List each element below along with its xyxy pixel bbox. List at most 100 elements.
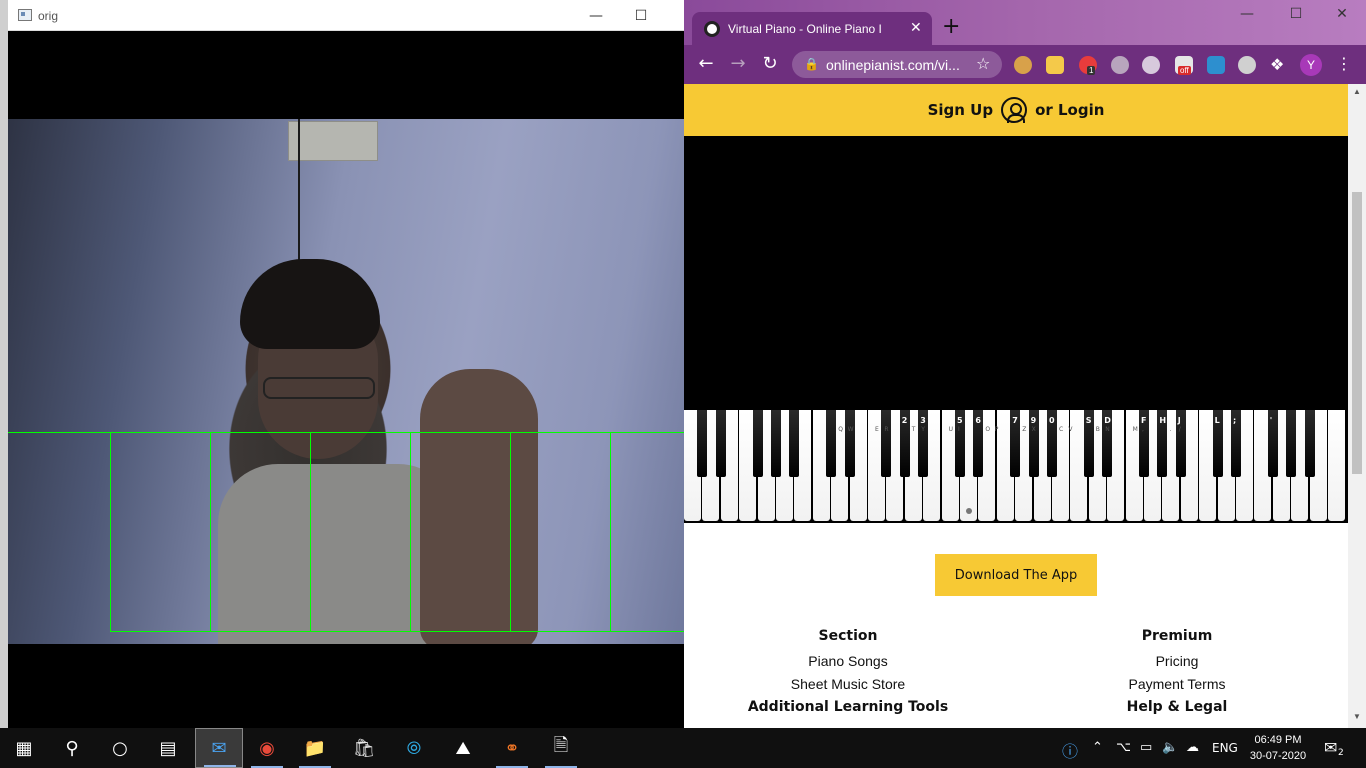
piano-black-key[interactable] — [881, 410, 892, 477]
scroll-up-icon[interactable]: ▲ — [1353, 87, 1361, 96]
piano-black-key[interactable] — [789, 410, 800, 477]
piano-keyboard[interactable]: 2 3 5 6 7 9 0 S D F H J L; ' Q W E R T Y U I O P Z X C V B N M,. / — [684, 410, 1348, 523]
footer-link-payment-terms[interactable]: Payment Terms — [1047, 676, 1307, 692]
new-tab-button[interactable]: + — [942, 16, 960, 38]
start-button[interactable]: ▦ — [0, 728, 48, 768]
mail-app[interactable]: ✉ — [195, 728, 243, 768]
footer-link-piano-songs[interactable]: Piano Songs — [718, 653, 978, 669]
language-indicator[interactable]: ENG — [1212, 741, 1238, 755]
photos-app[interactable]: ⛰ — [439, 728, 487, 768]
jupyter-app[interactable]: ⚭ — [488, 728, 536, 768]
store-icon: 🛍 — [352, 737, 376, 759]
footer-link-sheet-music-store[interactable]: Sheet Music Store — [718, 676, 978, 692]
black-key-label: 6 — [975, 416, 981, 425]
off-extension-icon[interactable]: off — [1175, 56, 1193, 75]
onedrive-icon[interactable]: ☁ — [1186, 740, 1199, 755]
cortana-button[interactable]: ○ — [96, 728, 144, 768]
white-key-label: O — [985, 426, 991, 433]
piano-black-key[interactable] — [844, 410, 855, 477]
black-key-label: H — [1159, 416, 1167, 425]
back-icon[interactable]: ← — [695, 53, 717, 75]
document-app[interactable]: 🗎 — [537, 728, 585, 768]
white-key-label: B — [1095, 426, 1100, 433]
piano-white-key[interactable] — [1328, 410, 1345, 521]
maximize-icon[interactable]: ☐ — [1273, 6, 1319, 28]
close-icon[interactable]: ✕ — [1319, 6, 1365, 28]
black-key-label: ; — [1233, 416, 1237, 425]
blue-extension-icon[interactable] — [1207, 56, 1225, 74]
chrome-tabstrip: Virtual Piano - Online Piano I ✕ + — ☐ ✕ — [684, 0, 1366, 45]
hand-extension-icon[interactable]: 1 — [1079, 56, 1097, 75]
show-hidden-icons-icon[interactable]: ⌃ — [1092, 740, 1103, 755]
browser-tab[interactable]: Virtual Piano - Online Piano I ✕ — [692, 12, 932, 45]
star-extension-icon[interactable] — [1046, 56, 1064, 74]
file-explorer-app[interactable]: 📁 — [291, 728, 339, 768]
black-key-label: J — [1177, 416, 1181, 425]
windows-logo-icon: ▦ — [15, 737, 33, 759]
chrome-app[interactable]: ◉ — [243, 728, 291, 768]
url-text[interactable]: onlinepianist.com/vi... — [826, 57, 960, 73]
footer-heading-section: Section — [818, 628, 878, 644]
search-button[interactable]: ⚲ — [48, 728, 96, 768]
sign-up-link[interactable]: Sign Up — [928, 101, 994, 119]
download-app-button[interactable]: Download The App — [935, 554, 1097, 596]
clock[interactable]: 06:49 PM 30-07-2020 — [1246, 732, 1310, 764]
task-view-button[interactable]: ▤ — [144, 728, 192, 768]
battery-icon[interactable]: ▭ — [1140, 740, 1152, 755]
cookie-extension-icon[interactable] — [1014, 56, 1032, 74]
opencv-window-title: orig — [38, 9, 59, 23]
white-key-label: M — [1132, 426, 1138, 433]
piano-black-key[interactable] — [1304, 410, 1315, 477]
network-icon[interactable]: ⌥ — [1116, 740, 1131, 755]
piano-black-key[interactable] — [826, 410, 837, 477]
piano-black-key[interactable] — [771, 410, 781, 477]
black-key-label: 0 — [1049, 416, 1055, 425]
store-app[interactable]: 🛍 — [340, 728, 388, 768]
piano-black-key[interactable] — [697, 410, 708, 477]
opencv-titlebar[interactable]: orig — ☐ — [8, 0, 684, 31]
chrome-window: Virtual Piano - Online Piano I ✕ + — ☐ ✕… — [684, 0, 1366, 728]
mail-icon: ✉ — [211, 737, 227, 759]
chrome-menu-icon[interactable]: ⋮ — [1336, 54, 1352, 73]
extensions-puzzle-icon[interactable]: ❖ — [1270, 55, 1284, 74]
maximize-icon[interactable]: ☐ — [618, 0, 664, 31]
download-extension-icon[interactable] — [1111, 56, 1129, 74]
piano-black-key[interactable] — [715, 410, 726, 477]
wall-wire — [298, 119, 300, 269]
jupyter-icon: ⚭ — [504, 737, 520, 759]
forward-icon[interactable]: → — [727, 53, 749, 75]
minimize-icon[interactable]: — — [573, 0, 619, 31]
minimize-icon[interactable]: — — [1224, 6, 1270, 28]
footer-section-column: Section Piano Songs Sheet Music Store Ad… — [718, 628, 978, 715]
address-bar[interactable]: 🔒 onlinepianist.com/vi... ☆ — [792, 51, 1002, 78]
user-icon[interactable] — [1001, 97, 1028, 123]
black-key-label: 2 — [901, 416, 908, 425]
edge-app[interactable]: ⦾ — [390, 728, 438, 768]
help-icon[interactable]: ⓘ — [1062, 738, 1078, 762]
mouse-extension-icon[interactable] — [1142, 56, 1160, 74]
bookmark-star-icon[interactable]: ☆ — [976, 54, 990, 73]
black-key-label: 5 — [957, 416, 963, 425]
lock-icon[interactable]: 🔒 — [804, 57, 819, 71]
person-hair — [240, 259, 380, 349]
extension-badge: 1 — [1087, 66, 1096, 75]
site-header: Sign Up or Login — [684, 84, 1348, 136]
white-key-label: C — [1059, 426, 1064, 433]
volume-icon[interactable]: 🔈 — [1162, 740, 1178, 755]
circle-extension-icon[interactable] — [1238, 56, 1256, 74]
footer-link-pricing[interactable]: Pricing — [1047, 653, 1307, 669]
notifications-icon[interactable]: ✉ — [1324, 738, 1337, 757]
piano-black-key[interactable] — [752, 410, 763, 477]
reload-icon[interactable]: ↻ — [759, 53, 781, 75]
search-icon: ⚲ — [65, 737, 79, 759]
piano-black-key[interactable] — [1286, 410, 1297, 477]
scroll-down-icon[interactable]: ▼ — [1353, 712, 1361, 721]
close-tab-icon[interactable]: ✕ — [910, 20, 922, 36]
page-scrollbar[interactable]: ▲ ▼ — [1348, 84, 1366, 728]
profile-avatar[interactable]: Y — [1300, 54, 1322, 76]
person-glasses — [263, 377, 375, 399]
black-key-label: ' — [1269, 416, 1273, 425]
scrollbar-thumb[interactable] — [1352, 192, 1362, 474]
login-link[interactable]: or Login — [1035, 101, 1104, 119]
window-app-icon — [18, 9, 32, 21]
